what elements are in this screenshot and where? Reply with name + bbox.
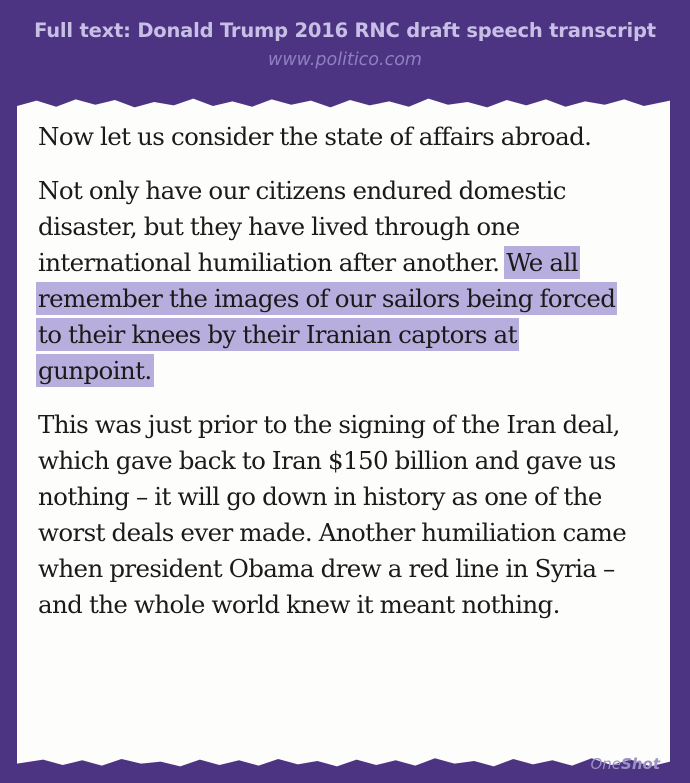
text-line: Not only have our citizens endured domes… [38,176,567,205]
text-line: worst deals ever made. Another humiliati… [38,518,627,547]
highlighted-text: gunpoint. [38,356,152,385]
text-line: to their knees by their Iranian captors … [38,317,658,353]
text-line: nothing – it will go down in history as … [38,482,602,511]
highlighted-text: remember the images of our sailors being… [38,284,616,313]
text-line: Now let us consider the state of affairs… [38,122,592,151]
text-line: and the whole world knew it meant nothin… [38,590,560,619]
logo-suffix: Shot [621,755,660,773]
article-title: Full text: Donald Trump 2016 RNC draft s… [34,19,656,42]
header: Full text: Donald Trump 2016 RNC draft s… [0,0,690,70]
text-segment: international humiliation after another. [38,248,507,277]
text-line: remember the images of our sailors being… [38,281,658,317]
text-line: disaster, but they have lived through on… [38,212,520,241]
text-line: gunpoint. [38,353,658,389]
text-line: when president Obama drew a red line in … [38,554,615,583]
text-line: which gave back to Iran $150 billion and… [38,446,616,475]
paragraph-3: This was just prior to the signing of th… [38,407,658,623]
highlighted-text: to their knees by their Iranian captors … [38,320,517,349]
source-url: www.politico.com [268,50,422,70]
oneshot-logo: OneShot [590,755,660,773]
quote-text: Now let us consider the state of affairs… [38,119,658,623]
paragraph-1: Now let us consider the state of affairs… [38,119,658,155]
logo-prefix: One [590,755,622,773]
text-line: international humiliation after another.… [38,245,658,281]
text-line: This was just prior to the signing of th… [38,410,620,439]
paragraph-2: Not only have our citizens endured domes… [38,173,658,389]
highlighted-text: We all [506,248,578,277]
